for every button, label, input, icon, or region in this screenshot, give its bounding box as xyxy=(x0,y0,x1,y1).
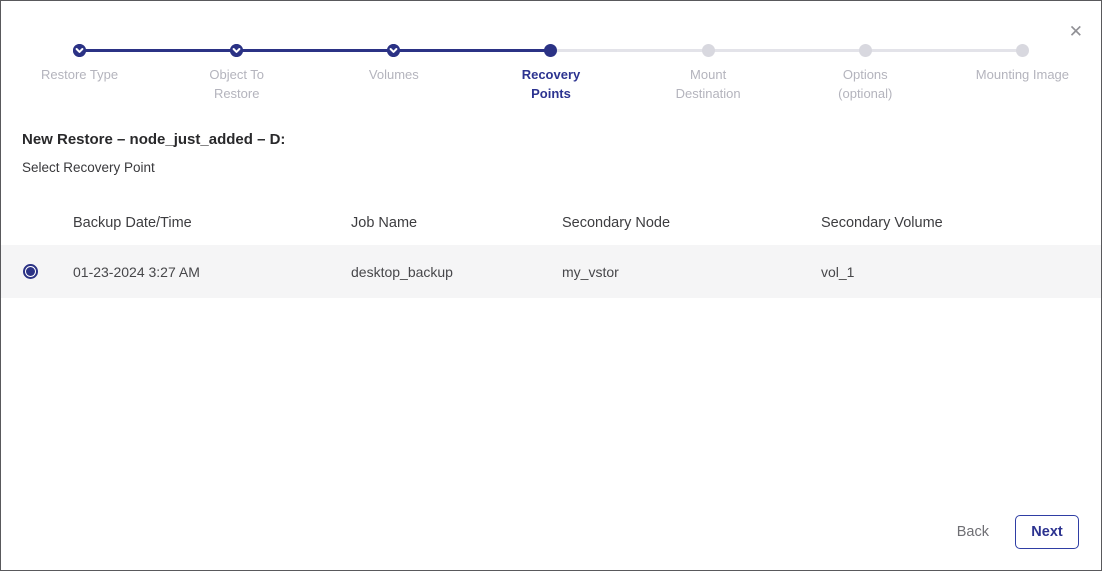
radio-selected-icon[interactable] xyxy=(23,264,38,279)
check-chevron-icon xyxy=(73,44,86,57)
column-header-job-name: Job Name xyxy=(351,215,562,231)
stepper-step-object-to-restore[interactable]: Object To Restore xyxy=(158,44,315,103)
stepper-step-mounting-image: Mounting Image xyxy=(944,44,1101,103)
stepper-connector xyxy=(865,49,1022,52)
column-header-backup-datetime: Backup Date/Time xyxy=(73,215,351,231)
cell-backup-datetime: 01-23-2024 3:27 AM xyxy=(73,264,351,280)
stepper-step-label: Object To Restore xyxy=(189,65,285,103)
row-radio-cell xyxy=(1,264,73,279)
stepper-step-recovery-points[interactable]: Recovery Points xyxy=(472,44,629,103)
stepper-connector xyxy=(551,49,708,52)
check-chevron-icon xyxy=(230,44,243,57)
stepper-connector xyxy=(80,49,237,52)
table-row[interactable]: 01-23-2024 3:27 AM desktop_backup my_vst… xyxy=(1,245,1101,298)
stepper-step-restore-type[interactable]: Restore Type xyxy=(1,44,158,103)
stepper-step-label: Options (optional) xyxy=(817,65,913,103)
stepper-step-label: Recovery Points xyxy=(503,65,599,103)
stepper-step-label: Mounting Image xyxy=(976,65,1069,84)
stepper-step-mount-destination: Mount Destination xyxy=(630,44,787,103)
stepper-step-options: Options (optional) xyxy=(787,44,944,103)
stepper-step-label: Mount Destination xyxy=(660,65,756,103)
cell-secondary-node: my_vstor xyxy=(562,264,821,280)
current-step-dot-icon xyxy=(544,44,557,57)
wizard-stepper: Restore Type Object To Restore Volumes R… xyxy=(1,1,1101,103)
recovery-points-table: Backup Date/Time Job Name Secondary Node… xyxy=(1,201,1101,298)
column-header-secondary-volume: Secondary Volume xyxy=(821,215,1101,231)
wizard-footer: Back Next xyxy=(957,515,1079,549)
back-button[interactable]: Back xyxy=(957,524,989,540)
pending-step-dot-icon xyxy=(702,44,715,57)
restore-wizard-dialog: { "dialog": { "title": "New Restore – no… xyxy=(0,0,1102,571)
page-subtitle: Select Recovery Point xyxy=(22,160,1101,175)
stepper-connector xyxy=(237,49,394,52)
pending-step-dot-icon xyxy=(1016,44,1029,57)
table-header-row: Backup Date/Time Job Name Secondary Node… xyxy=(1,201,1101,245)
radio-inner-dot xyxy=(26,267,35,276)
close-icon[interactable]: ✕ xyxy=(1069,23,1083,40)
stepper-connector xyxy=(708,49,865,52)
stepper-step-volumes[interactable]: Volumes xyxy=(315,44,472,103)
page-title: New Restore – node_just_added – D: xyxy=(22,131,1101,148)
stepper-step-label: Volumes xyxy=(369,65,419,84)
cell-job-name: desktop_backup xyxy=(351,264,562,280)
check-chevron-icon xyxy=(387,44,400,57)
cell-secondary-volume: vol_1 xyxy=(821,264,1101,280)
stepper-connector xyxy=(394,49,551,52)
stepper-step-label: Restore Type xyxy=(41,65,118,84)
column-header-secondary-node: Secondary Node xyxy=(562,215,821,231)
next-button[interactable]: Next xyxy=(1015,515,1079,549)
pending-step-dot-icon xyxy=(859,44,872,57)
